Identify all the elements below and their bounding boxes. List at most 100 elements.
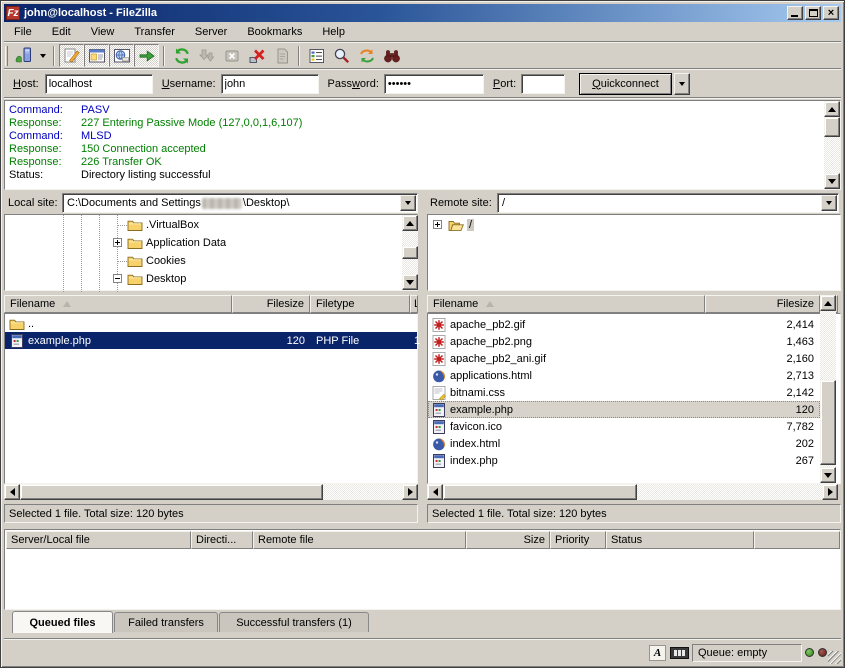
scroll-up-button[interactable] xyxy=(402,215,418,231)
scroll-left-button[interactable] xyxy=(427,484,443,500)
scroll-right-button[interactable] xyxy=(822,484,838,500)
scroll-down-button[interactable] xyxy=(820,467,836,483)
column-header-filename[interactable]: Filename xyxy=(427,295,705,313)
close-button[interactable]: × xyxy=(823,6,839,20)
arrow-up-icon xyxy=(406,221,414,226)
host-input[interactable] xyxy=(45,74,153,94)
password-input[interactable] xyxy=(384,74,484,94)
scroll-up-button[interactable] xyxy=(820,295,836,311)
tab-queued-files[interactable]: Queued files xyxy=(12,611,113,633)
menu-file[interactable]: File xyxy=(4,24,42,40)
scroll-left-button[interactable] xyxy=(4,484,20,500)
file-row[interactable]: apache_pb2.gif 2,414 xyxy=(428,316,820,333)
site-manager-dropdown-button[interactable] xyxy=(36,44,49,67)
tree-item-application-data[interactable]: Application Data xyxy=(127,234,226,252)
queue-column-server-local-file[interactable]: Server/Local file xyxy=(6,531,191,549)
speed-limits-icon[interactable] xyxy=(670,647,689,659)
remote-site-combo[interactable]: / xyxy=(497,193,839,213)
cancel-operation-button[interactable] xyxy=(219,44,244,67)
tree-guide xyxy=(63,215,64,292)
file-name: example.php xyxy=(28,335,91,347)
scroll-down-button[interactable] xyxy=(402,274,418,290)
scrollbar-thumb[interactable] xyxy=(820,380,836,465)
local-site-combo[interactable]: C:\Documents and Settings\Desktop\ xyxy=(62,193,418,213)
file-row[interactable]: favicon.ico 7,782 xyxy=(428,418,820,435)
menu-view[interactable]: View xyxy=(81,24,125,40)
toggle-local-tree-button[interactable] xyxy=(84,44,109,67)
toggle-transfer-queue-button[interactable] xyxy=(134,44,159,67)
file-row-parent[interactable]: .. xyxy=(5,315,417,332)
column-header-filesize[interactable]: Filesize xyxy=(705,295,820,313)
queue-column-direction[interactable]: Directi... xyxy=(191,531,253,549)
chevron-down-icon xyxy=(679,82,685,86)
quickconnect-dropdown-button[interactable] xyxy=(674,73,690,95)
column-header-lastmodified[interactable]: L xyxy=(410,295,418,313)
transfer-queue: Server/Local file Directi... Remote file… xyxy=(4,529,841,610)
menu-edit[interactable]: Edit xyxy=(42,24,81,40)
column-header-filename[interactable]: Filename xyxy=(4,295,232,313)
file-row[interactable]: apache_pb2.png 1,463 xyxy=(428,333,820,350)
expand-button[interactable] xyxy=(113,238,122,247)
column-header-filesize[interactable]: Filesize xyxy=(232,295,310,313)
tree-item-root[interactable]: / xyxy=(448,216,474,234)
collapse-button[interactable] xyxy=(113,274,122,283)
scroll-right-button[interactable] xyxy=(402,484,418,500)
scroll-down-button[interactable] xyxy=(824,173,840,189)
file-row[interactable]: index.php 267 xyxy=(428,452,820,469)
tree-item-cookies[interactable]: Cookies xyxy=(127,252,186,270)
titlebar[interactable]: Fz john@localhost - FileZilla × xyxy=(4,4,841,22)
expand-button[interactable] xyxy=(433,220,442,229)
scrollbar-thumb[interactable] xyxy=(443,484,637,500)
refresh-button[interactable] xyxy=(169,44,194,67)
find-files-button[interactable] xyxy=(379,44,404,67)
queue-column-size[interactable]: Size xyxy=(466,531,550,549)
tree-item-desktop[interactable]: Desktop xyxy=(127,270,186,288)
scrollbar-thumb[interactable] xyxy=(824,117,840,137)
username-input[interactable] xyxy=(221,74,319,94)
file-row[interactable]: bitnami.css 2,142 xyxy=(428,384,820,401)
file-row-example-php[interactable]: example.php 120 xyxy=(428,401,820,418)
menu-bookmarks[interactable]: Bookmarks xyxy=(237,24,312,40)
menu-help[interactable]: Help xyxy=(312,24,355,40)
scrollbar-thumb[interactable] xyxy=(20,484,323,500)
minimize-button[interactable] xyxy=(787,6,803,20)
file-row[interactable]: applications.html 2,713 xyxy=(428,367,820,384)
maximize-button[interactable] xyxy=(805,6,821,20)
reconnect-button[interactable] xyxy=(269,44,294,67)
tree-item-virtualbox[interactable]: .VirtualBox xyxy=(127,216,199,234)
queue-column-priority[interactable]: Priority xyxy=(550,531,606,549)
port-input[interactable] xyxy=(521,74,565,94)
site-manager-button[interactable] xyxy=(11,44,36,67)
file-size: 120 xyxy=(233,335,305,347)
quickconnect-button[interactable]: Quickconnect xyxy=(579,73,672,95)
column-header-filetype[interactable]: Filetype xyxy=(310,295,410,313)
process-queue-button[interactable] xyxy=(194,44,219,67)
file-size: 120 xyxy=(728,404,814,416)
plus-icon xyxy=(437,222,438,227)
tab-failed-transfers[interactable]: Failed transfers xyxy=(114,612,218,632)
scrollbar-thumb[interactable] xyxy=(402,246,418,259)
tab-successful-transfers[interactable]: Successful transfers (1) xyxy=(219,612,369,632)
menu-transfer[interactable]: Transfer xyxy=(124,24,185,40)
tree-item-label: Application Data xyxy=(146,237,226,249)
scroll-up-button[interactable] xyxy=(824,101,840,117)
disconnect-button[interactable] xyxy=(244,44,269,67)
resize-grip[interactable] xyxy=(828,651,841,664)
file-row[interactable]: index.html 202 xyxy=(428,435,820,452)
file-row[interactable]: apache_pb2_ani.gif 2,160 xyxy=(428,350,820,367)
menu-server[interactable]: Server xyxy=(185,24,237,40)
listing-filters-button[interactable] xyxy=(304,44,329,67)
file-row-example-php[interactable]: example.php 120 PHP File 1 xyxy=(5,332,417,349)
synchronized-browsing-button[interactable] xyxy=(354,44,379,67)
combo-dropdown-button[interactable] xyxy=(400,195,416,211)
arrow-right-icon xyxy=(828,488,833,496)
queue-column-status[interactable]: Status xyxy=(606,531,754,549)
toggle-message-log-button[interactable] xyxy=(59,44,84,67)
minus-icon xyxy=(115,278,120,279)
file-size: 1,463 xyxy=(728,336,814,348)
queue-column-remote-file[interactable]: Remote file xyxy=(253,531,466,549)
toggle-remote-tree-button[interactable] xyxy=(109,44,134,67)
combo-dropdown-button[interactable] xyxy=(821,195,837,211)
image-file-icon xyxy=(431,334,447,350)
directory-comparison-button[interactable] xyxy=(329,44,354,67)
